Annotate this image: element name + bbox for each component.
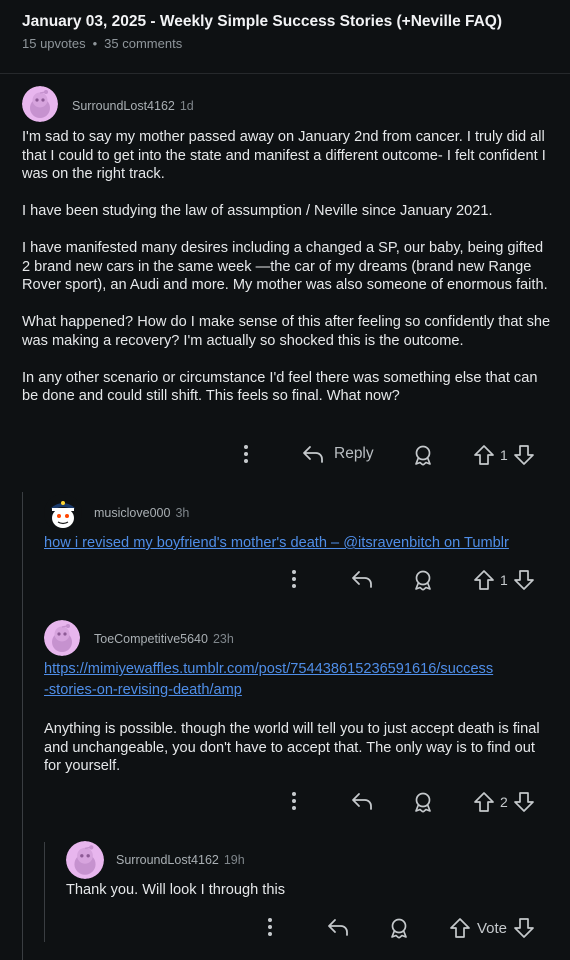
award-button[interactable] [387, 916, 411, 940]
reply-arrow-icon [352, 571, 372, 588]
snoo-sailor-avatar-icon [44, 494, 82, 532]
comment-age: 23h [212, 632, 234, 646]
comment-age: 3h [175, 506, 190, 520]
vote-score: 2 [500, 794, 508, 810]
comment-count: 35 comments [104, 36, 183, 51]
more-vertical-icon [268, 918, 272, 936]
vote-control: 2 [472, 790, 536, 814]
more-vertical-icon [292, 792, 296, 810]
comment-author[interactable]: SurroundLost4162 1d [72, 99, 194, 113]
comment-paragraph: In any other scenario or circumstance I'… [22, 369, 538, 405]
vote-control: 1 [472, 443, 536, 467]
external-link-continued[interactable]: -stories-on-revising-death/amp [44, 682, 242, 698]
reply-button[interactable] [350, 568, 374, 590]
vote-label: Vote [477, 919, 508, 937]
reply-arrow-icon [303, 446, 323, 463]
username[interactable]: musiclove000 [94, 506, 170, 520]
award-button[interactable] [411, 568, 435, 592]
vote-score: 1 [500, 572, 508, 588]
comment-link-block: https://mimiyewaffles.tumblr.com/post/75… [44, 660, 554, 699]
username[interactable]: ToeCompetitive5640 [94, 632, 208, 646]
external-link[interactable]: https://mimiyewaffles.tumblr.com/post/75… [44, 661, 493, 677]
meta-separator: • [92, 36, 98, 51]
comment-age: 19h [223, 853, 245, 867]
comment-body: I'm sad to say my mother passed away on … [22, 128, 552, 406]
more-options-button[interactable] [262, 916, 278, 938]
more-vertical-icon [292, 570, 296, 588]
reply-arrow-icon [352, 793, 372, 810]
snoo-avatar-icon [44, 620, 80, 656]
downvote-icon[interactable] [512, 443, 536, 467]
thread-line[interactable] [22, 492, 23, 960]
upvote-icon[interactable] [472, 443, 496, 467]
comment-paragraph: I have been studying the law of assumpti… [22, 203, 493, 219]
comment-paragraph: I have manifested many desires including… [22, 240, 548, 293]
avatar[interactable] [44, 494, 82, 532]
comment-body: Anything is possible. though the world w… [44, 720, 544, 776]
more-options-button[interactable] [238, 443, 254, 465]
comment-paragraph: Anything is possible. though the world w… [44, 721, 540, 774]
comment-author[interactable]: SurroundLost4162 19h [116, 853, 245, 867]
vote-control: 1 [472, 568, 536, 592]
comment-author[interactable]: musiclove000 3h [94, 506, 189, 520]
upvote-icon[interactable] [472, 790, 496, 814]
upvote-icon[interactable] [448, 916, 472, 940]
more-options-button[interactable] [286, 568, 302, 590]
snoo-avatar-icon [22, 86, 58, 122]
downvote-icon[interactable] [512, 916, 536, 940]
upvote-count: 15 upvotes [22, 36, 86, 51]
upvote-icon[interactable] [472, 568, 496, 592]
post-header: January 03, 2025 - Weekly Simple Success… [0, 0, 570, 74]
downvote-icon[interactable] [512, 568, 536, 592]
downvote-icon[interactable] [512, 790, 536, 814]
more-options-button[interactable] [286, 790, 302, 812]
comment-paragraph: What happened? How do I make sense of th… [22, 314, 551, 349]
award-icon [415, 570, 431, 591]
avatar[interactable] [22, 86, 58, 122]
reply-button[interactable] [326, 916, 350, 938]
award-icon [415, 445, 431, 466]
snoo-avatar-icon [66, 841, 104, 879]
award-icon [415, 792, 431, 813]
comment-body: how i revised my boyfriend's mother's de… [44, 534, 554, 553]
avatar[interactable] [66, 841, 104, 879]
vote-score: 1 [500, 447, 508, 463]
external-link[interactable]: how i revised my boyfriend's mother's de… [44, 535, 509, 551]
username[interactable]: SurroundLost4162 [72, 99, 175, 113]
post-meta: 15 upvotes • 35 comments [22, 36, 548, 52]
username[interactable]: SurroundLost4162 [116, 853, 219, 867]
comment-author[interactable]: ToeCompetitive5640 23h [94, 632, 234, 646]
comment-body: Thank you. Will look I through this [66, 881, 546, 900]
comment-paragraph: Thank you. Will look I through this [66, 882, 286, 898]
comment-paragraph: I'm sad to say my mother passed away on … [22, 129, 546, 182]
reply-button[interactable] [350, 790, 374, 812]
reply-button[interactable]: Reply [301, 443, 374, 465]
more-vertical-icon [244, 445, 248, 463]
award-button[interactable] [411, 790, 435, 814]
reply-arrow-icon [328, 919, 348, 936]
reply-label[interactable]: Reply [334, 445, 374, 463]
award-button[interactable] [411, 443, 435, 467]
vote-control: Vote [448, 916, 536, 940]
avatar[interactable] [44, 620, 80, 656]
thread-line[interactable] [44, 842, 45, 942]
comment-age: 1d [179, 99, 194, 113]
award-icon [391, 918, 407, 939]
post-title[interactable]: January 03, 2025 - Weekly Simple Success… [22, 12, 548, 32]
